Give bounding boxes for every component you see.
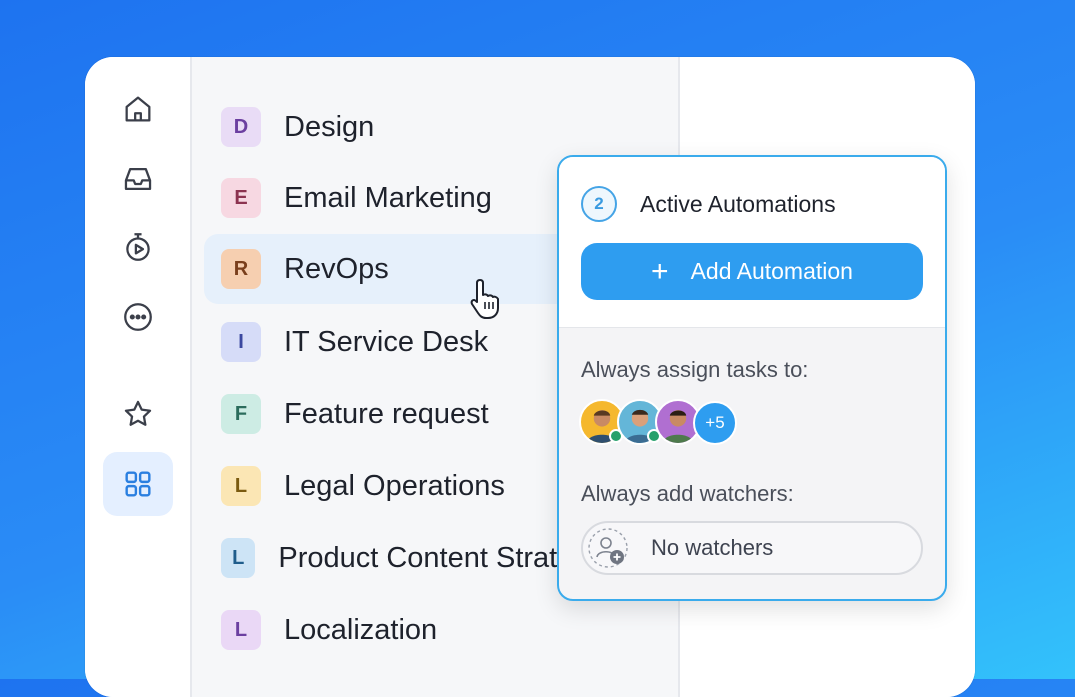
space-badge: L (221, 466, 261, 506)
add-automation-button[interactable]: + Add Automation (581, 243, 923, 300)
space-badge: R (221, 249, 261, 289)
more-icon (124, 303, 152, 331)
assign-tasks-label: Always assign tasks to: (581, 357, 809, 382)
automation-count-badge: 2 (581, 186, 617, 222)
inbox-button[interactable] (103, 147, 173, 211)
more-assignees-badge[interactable]: +5 (693, 401, 737, 445)
home-button[interactable] (103, 77, 173, 141)
space-label: Email Marketing (284, 181, 492, 214)
space-badge: L (221, 538, 256, 578)
automations-popover: 2 Active Automations + Add Automation Al… (557, 155, 947, 601)
assignee-avatars[interactable]: +5 (579, 399, 779, 449)
space-label: Legal Operations (284, 469, 505, 502)
favorites-button[interactable] (103, 382, 173, 446)
space-badge: F (221, 394, 261, 434)
spaces-button[interactable] (103, 452, 173, 516)
space-item-design[interactable]: D Design (204, 92, 604, 162)
timer-icon (126, 233, 150, 261)
space-badge: D (221, 107, 261, 147)
space-label: Product Content Strategy (278, 541, 604, 574)
space-item-email-marketing[interactable]: E Email Marketing (204, 163, 604, 233)
popover-header: 2 Active Automations + Add Automation (559, 157, 945, 328)
hand-cursor-icon (470, 279, 499, 319)
home-icon (125, 96, 151, 122)
space-badge: I (221, 322, 261, 362)
space-item-it-service-desk[interactable]: I IT Service Desk (204, 307, 604, 377)
space-badge: E (221, 178, 261, 218)
space-item-product-content-strategy[interactable]: L Product Content Strategy (204, 523, 604, 593)
space-label: IT Service Desk (284, 325, 489, 358)
watchers-value: No watchers (651, 535, 774, 560)
space-item-localization[interactable]: L Localization (204, 595, 604, 665)
space-label: Localization (284, 613, 438, 646)
watchers-field[interactable]: No watchers (581, 521, 923, 575)
popover-title: Active Automations (640, 191, 836, 217)
add-automation-label: Add Automation (690, 258, 853, 284)
space-label: Feature request (284, 397, 489, 430)
space-item-legal-operations[interactable]: L Legal Operations (204, 451, 604, 521)
sidebar-rail (85, 57, 192, 697)
grid-icon (125, 471, 151, 497)
add-user-icon (588, 528, 628, 568)
timer-button[interactable] (103, 215, 173, 279)
inbox-icon (124, 167, 152, 191)
space-badge: L (221, 610, 261, 650)
plus-icon: + (651, 254, 669, 288)
more-button[interactable] (103, 285, 173, 349)
space-label: RevOps (284, 252, 389, 285)
add-watchers-label: Always add watchers: (581, 481, 794, 506)
star-icon (124, 400, 152, 426)
space-item-feature-request[interactable]: F Feature request (204, 379, 604, 449)
space-label: Design (284, 110, 375, 143)
